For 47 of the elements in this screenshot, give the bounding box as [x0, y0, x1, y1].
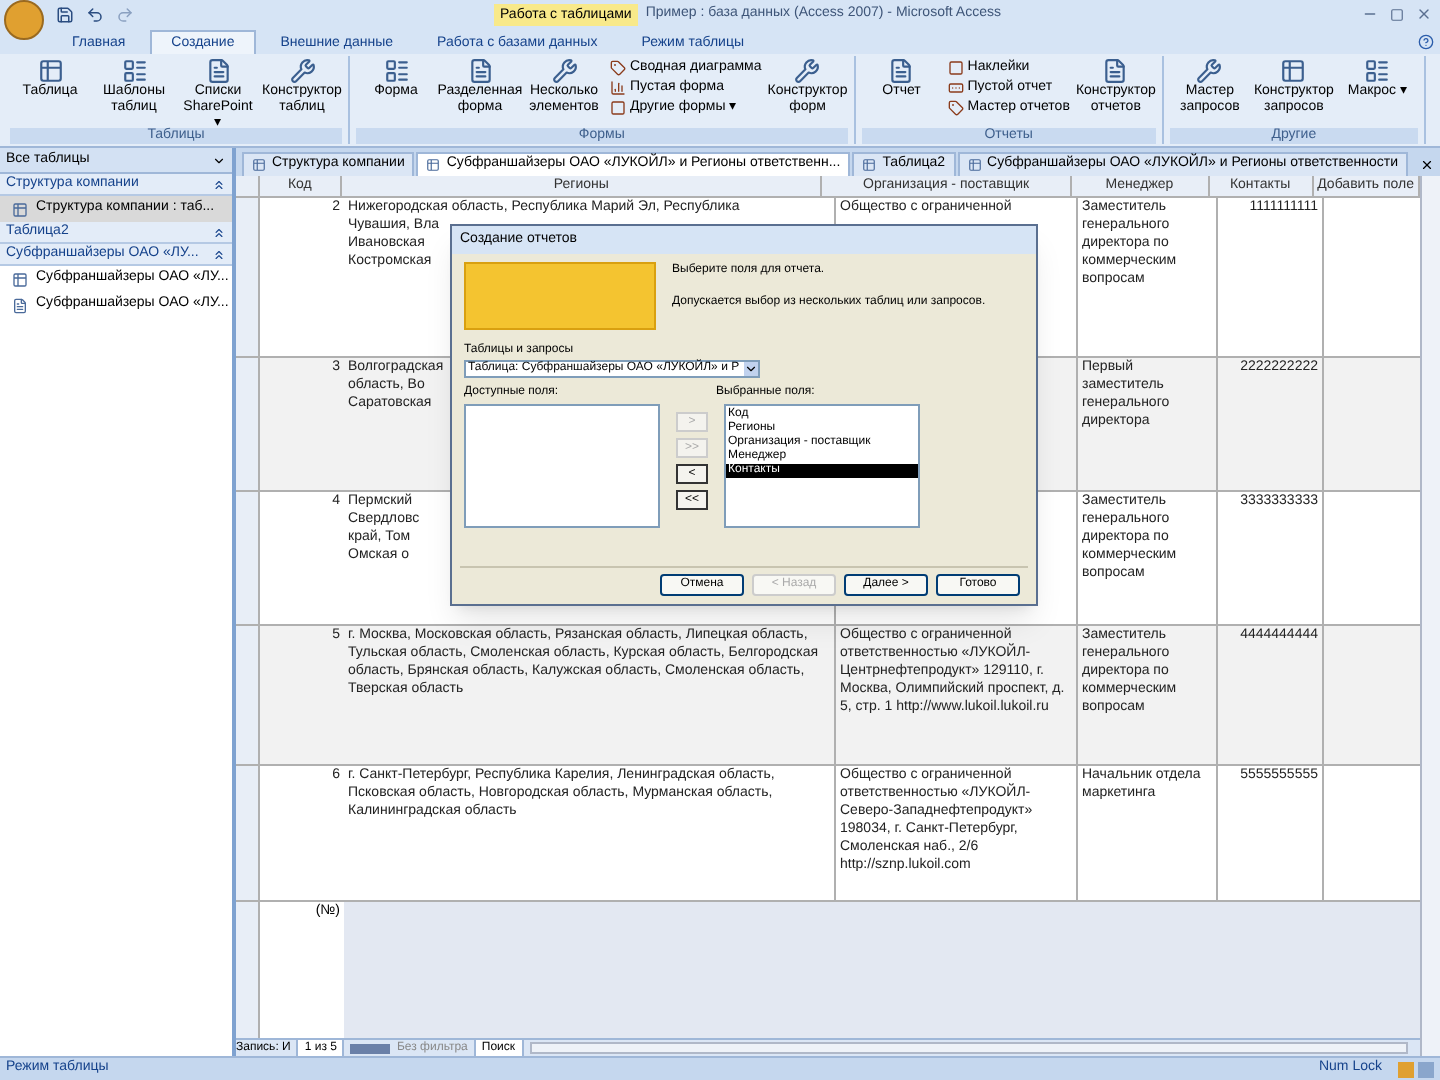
ribbon-large-icon — [888, 58, 915, 84]
row-selector[interactable] — [236, 198, 260, 356]
ribbon-large-icon — [1280, 58, 1307, 84]
undo-icon[interactable] — [86, 5, 104, 23]
row-selector[interactable] — [236, 358, 260, 490]
collapse-icon — [212, 177, 226, 191]
save-icon[interactable] — [56, 5, 74, 23]
ribbon-small-icon — [610, 100, 626, 116]
office-button[interactable] — [4, 0, 44, 40]
available-fields-list[interactable] — [464, 404, 660, 528]
ribbon-small-icon — [947, 60, 964, 76]
ribbon-large-icon — [121, 58, 147, 84]
ribbon-large-icon — [467, 58, 493, 84]
ribbon-large-icon — [1196, 58, 1223, 84]
row-selector[interactable] — [236, 766, 260, 900]
ribbon-large-icon — [1102, 58, 1129, 84]
ribbon-small-icon — [947, 100, 964, 116]
ribbon-large-icon — [289, 58, 315, 84]
horizontal-scrollbar[interactable] — [529, 1042, 1408, 1054]
row-selector[interactable] — [236, 492, 260, 624]
maximize-icon[interactable] — [1390, 7, 1404, 21]
ribbon-small-icon — [947, 80, 964, 96]
ribbon-large-icon — [383, 58, 409, 84]
ribbon-large-icon — [794, 58, 821, 84]
table-icon — [426, 158, 441, 172]
ribbon-small-icon — [610, 80, 626, 96]
close-icon[interactable] — [1420, 158, 1434, 172]
table-icon — [12, 201, 28, 217]
collapse-icon — [212, 225, 226, 239]
table-icon — [967, 158, 982, 172]
ribbon-large-icon — [37, 58, 63, 84]
collapse-icon — [212, 247, 226, 261]
table-icon — [862, 158, 877, 172]
form-icon — [12, 297, 28, 313]
ribbon-small-icon — [610, 60, 626, 76]
ribbon-large-icon — [1364, 58, 1391, 84]
table-icon — [12, 271, 28, 287]
dropdown-icon — [212, 153, 226, 167]
dropdown-icon — [744, 362, 758, 376]
table-icon — [252, 158, 266, 172]
vertical-scrollbar[interactable] — [1420, 176, 1440, 1056]
ribbon-large-icon — [551, 58, 577, 84]
help-icon[interactable] — [1418, 34, 1434, 50]
redo-icon[interactable] — [116, 5, 134, 23]
row-selector[interactable] — [236, 626, 260, 764]
ribbon-large-icon — [205, 58, 231, 84]
row-selector[interactable] — [236, 902, 260, 1038]
